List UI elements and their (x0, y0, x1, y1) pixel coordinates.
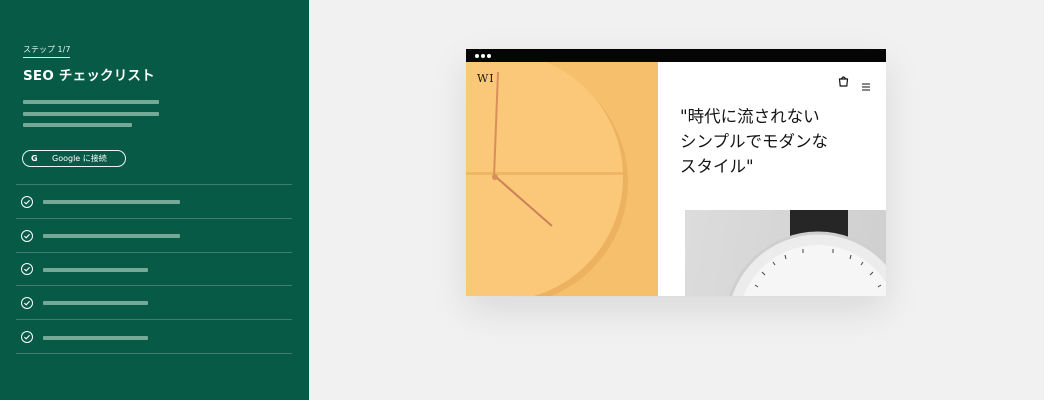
site-logo: WI (477, 72, 495, 85)
divider (16, 285, 292, 286)
shopping-bag-icon[interactable] (838, 72, 849, 91)
check-circle-icon (21, 297, 33, 309)
description-placeholder-line (23, 123, 132, 127)
connect-google-label: Google に接続 (52, 154, 107, 163)
check-circle-icon (21, 263, 33, 275)
watch-image (685, 210, 886, 296)
panel-title: SEO チェックリスト (23, 68, 155, 84)
connect-google-button[interactable]: G Google に接続 (22, 150, 126, 167)
browser-bar (466, 49, 886, 62)
check-circle-icon (21, 196, 33, 208)
checklist-item-placeholder (43, 234, 180, 238)
hamburger-menu-icon[interactable] (862, 76, 870, 95)
divider (16, 353, 292, 354)
step-indicator: ステップ 1/7 (23, 45, 71, 58)
checklist-item-placeholder (43, 301, 148, 305)
checklist-item-placeholder (43, 336, 148, 340)
seo-checklist-panel: ステップ 1/7 SEO チェックリスト G Google に接続 (0, 0, 309, 400)
window-dot (487, 54, 491, 58)
google-logo-icon: G (31, 154, 38, 163)
check-circle-icon (21, 230, 33, 242)
checklist-item-placeholder (43, 268, 148, 272)
window-dot (481, 54, 485, 58)
hero-quote: "時代に流されない シンプルでモダンな スタイル" (680, 107, 829, 176)
description-placeholder-line (23, 112, 159, 116)
divider (16, 184, 292, 185)
check-circle-icon (21, 331, 33, 343)
divider (16, 319, 292, 320)
description-placeholder-line (23, 100, 159, 104)
divider (16, 252, 292, 253)
clock-image: WI (466, 62, 658, 296)
divider (16, 218, 292, 219)
window-dot (475, 54, 479, 58)
checklist-item-placeholder (43, 200, 180, 204)
website-preview: WI "時代に流されない シンプルでモダンな スタイル" (466, 49, 886, 296)
